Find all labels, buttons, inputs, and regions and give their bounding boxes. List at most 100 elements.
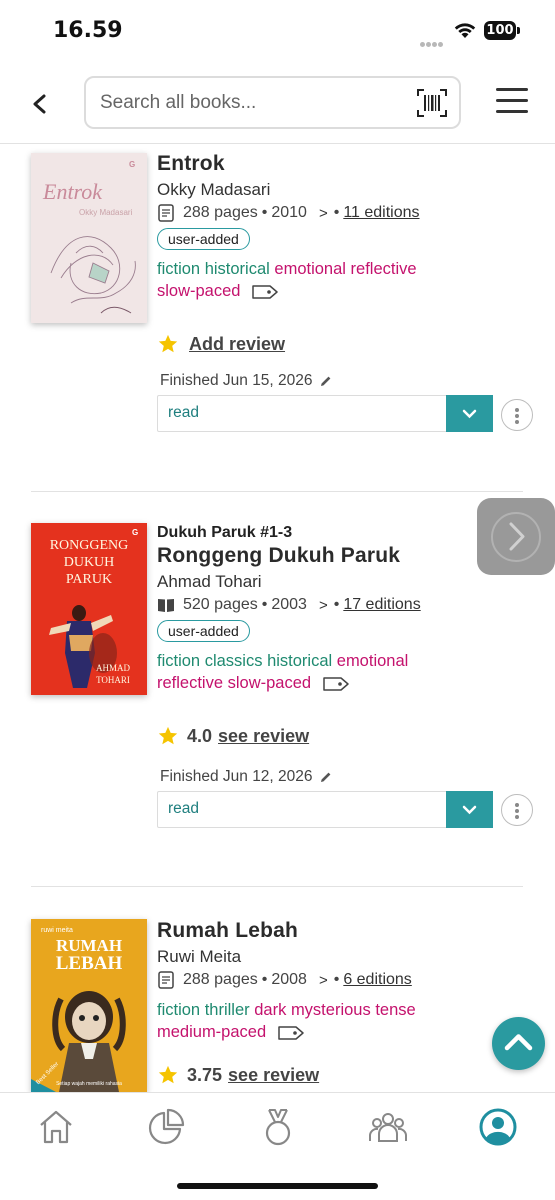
- publish-year: 2010: [271, 204, 307, 221]
- pace-tag[interactable]: slow-paced: [228, 674, 311, 692]
- genre-tag[interactable]: fiction: [157, 652, 200, 670]
- see-review-link[interactable]: see review: [228, 1065, 319, 1086]
- tag-edit-icon[interactable]: [277, 1024, 305, 1042]
- reading-status-value: read: [168, 404, 200, 421]
- page-count: 288 pages: [183, 204, 258, 221]
- genre-tag[interactable]: fiction: [157, 260, 200, 278]
- svg-text:G: G: [132, 528, 138, 537]
- svg-text:Setiap wajah memiliki rahasia: Setiap wajah memiliki rahasia: [56, 1081, 122, 1087]
- book-author[interactable]: Ruwi Meita: [157, 947, 537, 967]
- mood-tag[interactable]: emotional: [274, 260, 346, 278]
- review-row: Add review: [157, 333, 285, 355]
- add-review-link[interactable]: Add review: [189, 334, 285, 355]
- battery-level: 100: [484, 21, 516, 40]
- book-title[interactable]: Entrok: [157, 152, 537, 176]
- floating-next-button[interactable]: [477, 498, 555, 575]
- tag-edit-icon[interactable]: [251, 283, 279, 301]
- finished-date[interactable]: Finished Jun 15, 2026: [160, 372, 333, 390]
- mood-tag[interactable]: reflective: [351, 260, 417, 278]
- pace-tag[interactable]: slow-paced: [157, 282, 240, 300]
- book-title[interactable]: Rumah Lebah: [157, 919, 537, 943]
- pencil-edit-icon[interactable]: [319, 770, 333, 784]
- more-options-button[interactable]: [501, 794, 533, 826]
- star-icon: [158, 726, 178, 745]
- svg-text:AHMAD: AHMAD: [96, 663, 131, 673]
- status-time: 16.59: [53, 18, 123, 43]
- finished-date-text: Finished Jun 12, 2026: [160, 768, 313, 785]
- reading-status-select[interactable]: read: [157, 395, 493, 432]
- mood-tag[interactable]: tense: [375, 1001, 415, 1019]
- app-header: [0, 62, 555, 144]
- reading-status-value: read: [168, 800, 200, 817]
- svg-text:LEBAH: LEBAH: [56, 953, 123, 974]
- book-meta: 288 pages • 2010 > • 11 editions: [157, 204, 537, 222]
- genre-tag[interactable]: historical: [267, 652, 332, 670]
- svg-text:DUKUH: DUKUH: [64, 555, 115, 570]
- page-count-icon: [158, 204, 174, 222]
- mood-tag[interactable]: mysterious: [291, 1001, 371, 1019]
- mood-tag[interactable]: emotional: [337, 652, 409, 670]
- status-dropdown-button[interactable]: [446, 791, 493, 828]
- star-icon: [158, 334, 178, 353]
- page-count-icon: [158, 971, 174, 989]
- book-tags: fiction classics historical emotional re…: [157, 650, 537, 694]
- book-meta: 520 pages • 2003 > • 17 editions: [157, 596, 537, 614]
- see-review-link[interactable]: see review: [218, 726, 309, 747]
- chevron-right-icon: >: [318, 596, 328, 614]
- svg-text:PARUK: PARUK: [66, 572, 112, 587]
- editions-link[interactable]: 17 editions: [343, 596, 420, 614]
- pencil-edit-icon[interactable]: [319, 374, 333, 388]
- stats-pie-icon[interactable]: [146, 1107, 186, 1147]
- chevron-right-icon: >: [318, 971, 328, 989]
- chevron-right-icon: [509, 522, 525, 551]
- community-icon[interactable]: [368, 1107, 408, 1147]
- book-author[interactable]: Okky Madasari: [157, 180, 537, 200]
- barcode-scan-icon[interactable]: [416, 87, 448, 119]
- chevron-down-icon: [462, 409, 477, 419]
- editions-link[interactable]: 11 editions: [343, 204, 419, 222]
- chevron-down-icon: [462, 805, 477, 815]
- home-indicator: [177, 1183, 378, 1189]
- user-added-badge: user-added: [157, 228, 250, 250]
- search-box: [84, 76, 461, 129]
- hamburger-menu-icon[interactable]: [496, 88, 530, 118]
- mood-tag[interactable]: dark: [254, 1001, 286, 1019]
- book-cover[interactable]: ruwi meita RUMAH LEBAH Setiap wajah memi…: [31, 919, 147, 1092]
- book-tags: fiction historical emotional reflective …: [157, 258, 537, 302]
- book-info: Rumah Lebah Ruwi Meita 288 pages • 2008 …: [157, 919, 537, 1043]
- mood-tag[interactable]: reflective: [157, 674, 223, 692]
- svg-text:TOHARI: TOHARI: [96, 675, 130, 685]
- search-input[interactable]: [100, 90, 400, 116]
- page-count: 520 pages: [183, 596, 258, 613]
- pace-tag[interactable]: medium-paced: [157, 1023, 266, 1041]
- genre-tag[interactable]: historical: [205, 260, 270, 278]
- challenges-medal-icon[interactable]: [258, 1107, 298, 1147]
- star-rating: 4.0: [187, 725, 213, 746]
- book-author[interactable]: Ahmad Tohari: [157, 572, 537, 592]
- status-dropdown-button[interactable]: [446, 395, 493, 432]
- publish-year: 2008: [271, 971, 307, 988]
- book-cover[interactable]: Entrok Okky Madasari G: [31, 153, 147, 323]
- more-options-button[interactable]: [501, 399, 533, 431]
- svg-text:ruwi meita: ruwi meita: [41, 927, 73, 934]
- page-count: 288 pages: [183, 971, 258, 988]
- genre-tag[interactable]: thriller: [205, 1001, 250, 1019]
- reading-status-select[interactable]: read: [157, 791, 493, 828]
- open-book-icon: [158, 599, 174, 612]
- book-cover[interactable]: RONGGENG DUKUH PARUK G AHMAD TOHARI: [31, 523, 147, 695]
- back-chevron-icon[interactable]: [24, 88, 56, 120]
- home-icon[interactable]: [36, 1107, 76, 1147]
- tag-edit-icon[interactable]: [322, 675, 350, 693]
- profile-icon[interactable]: [478, 1107, 518, 1147]
- signal-dots-icon: [420, 32, 446, 47]
- finished-date[interactable]: Finished Jun 12, 2026: [160, 768, 333, 786]
- editions-link[interactable]: 6 editions: [343, 971, 412, 989]
- status-bar: 16.59 100: [0, 0, 555, 62]
- divider: [31, 491, 523, 492]
- genre-tag[interactable]: classics: [205, 652, 263, 670]
- review-row: 4.0 see review: [157, 725, 309, 747]
- genre-tag[interactable]: fiction: [157, 1001, 200, 1019]
- scroll-to-top-button[interactable]: [492, 1017, 545, 1070]
- user-added-badge: user-added: [157, 620, 250, 642]
- finished-date-text: Finished Jun 15, 2026: [160, 372, 313, 389]
